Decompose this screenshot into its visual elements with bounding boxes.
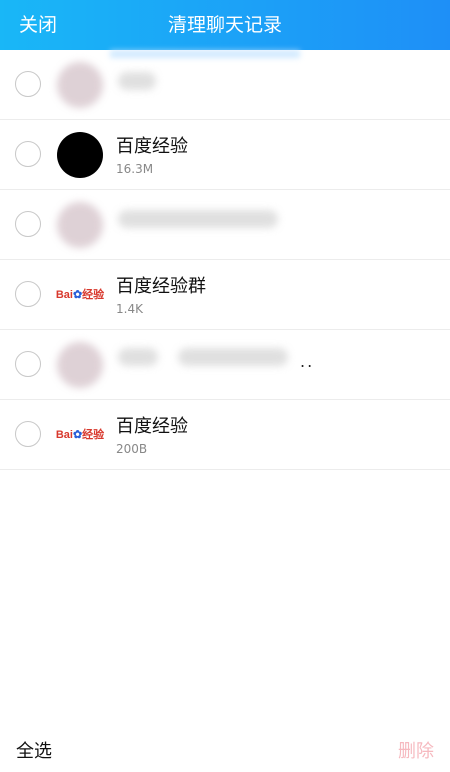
- chat-list: 百度经验 16.3M Bai✿经验 百度经验群 1.4K .. Bai✿经验 百…: [0, 50, 450, 470]
- select-checkbox-5[interactable]: [15, 351, 41, 377]
- chat-name: 百度经验: [116, 416, 188, 437]
- select-checkbox-2[interactable]: [15, 141, 41, 167]
- blurred-name: [118, 210, 278, 228]
- blurred-region: [110, 50, 300, 58]
- chat-size: 200B: [116, 442, 148, 456]
- avatar-blurred: [57, 202, 103, 248]
- trailing-dots: ..: [300, 352, 315, 371]
- avatar-baidu-logo: Bai✿经验: [55, 412, 105, 458]
- baidu-logo-icon: Bai✿经验: [55, 428, 105, 441]
- chat-name: 百度经验: [116, 136, 188, 157]
- page-title: 清理聊天记录: [167, 14, 282, 36]
- chat-row-1[interactable]: [0, 50, 450, 120]
- avatar-black-circle: [57, 132, 103, 178]
- select-checkbox-1[interactable]: [15, 71, 41, 97]
- blurred-name: [178, 348, 288, 366]
- select-all-button[interactable]: 全选: [16, 737, 52, 763]
- select-checkbox-3[interactable]: [15, 211, 41, 237]
- avatar-blurred: [57, 62, 103, 108]
- chat-row-2[interactable]: 百度经验 16.3M: [0, 120, 450, 190]
- chat-row-6[interactable]: Bai✿经验 百度经验 200B: [0, 400, 450, 470]
- chat-row-3[interactable]: [0, 190, 450, 260]
- avatar-blurred: [57, 342, 103, 388]
- chat-name: 百度经验群: [116, 276, 206, 297]
- select-checkbox-6[interactable]: [15, 421, 41, 447]
- blurred-name: [118, 348, 158, 366]
- baidu-logo-icon: Bai✿经验: [55, 288, 105, 301]
- blurred-name: [118, 72, 156, 90]
- select-checkbox-4[interactable]: [15, 281, 41, 307]
- chat-size: 1.4K: [116, 302, 143, 316]
- header-bar: 关闭 清理聊天记录: [0, 0, 450, 50]
- chat-row-5[interactable]: ..: [0, 330, 450, 400]
- chat-row-4[interactable]: Bai✿经验 百度经验群 1.4K: [0, 260, 450, 330]
- chat-size: 16.3M: [116, 162, 154, 176]
- delete-button[interactable]: 删除: [398, 737, 434, 763]
- avatar-baidu-logo: Bai✿经验: [55, 272, 105, 318]
- footer-bar: 全选 删除: [0, 722, 450, 772]
